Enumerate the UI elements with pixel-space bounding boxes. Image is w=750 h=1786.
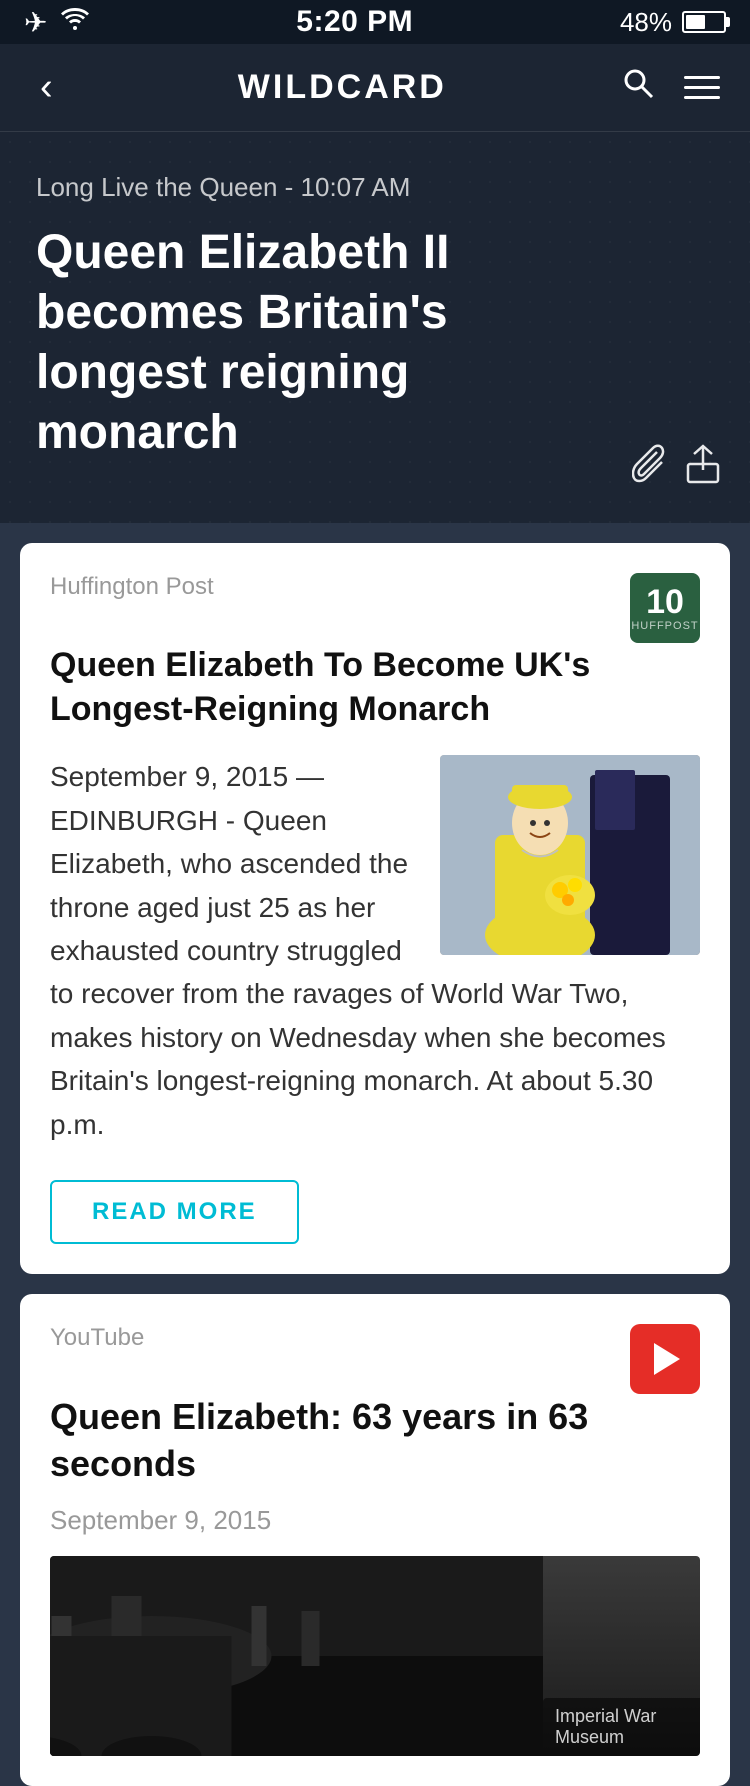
menu-button[interactable] [684,76,720,99]
nav-bar: ‹ WILDCARD [0,44,750,132]
search-icon[interactable] [622,67,654,108]
thumbnail-label: Imperial War Museum [543,1698,700,1756]
hero-title: Queen Elizabeth II becomes Britain's lon… [36,223,596,463]
card2-title: Queen Elizabeth: 63 years in 63 seconds [50,1394,700,1488]
battery-icon [682,11,726,33]
card1-source: Huffington Post [50,573,700,601]
wifi-icon [61,8,89,37]
card2-source: YouTube [50,1324,700,1352]
status-right-info: 48% [620,7,726,38]
cards-container: 10 HUFFPOST Huffington Post Queen Elizab… [0,523,750,1786]
status-left-icons: ✈ [24,6,89,39]
hero-actions [632,444,720,493]
paperclip-icon[interactable] [632,444,666,493]
card1-title: Queen Elizabeth To Become UK's Longest-R… [50,643,700,731]
nav-right-actions [622,67,720,108]
youtube-badge [630,1324,700,1394]
status-bar: ✈ 5:20 PM 48% [0,0,750,44]
card2-thumbnail[interactable]: Imperial War Museum [50,1556,700,1756]
nav-title: WILDCARD [238,68,447,107]
card2-date: September 9, 2015 [50,1505,700,1536]
airplane-icon: ✈ [24,6,47,39]
battery-percentage: 48% [620,7,672,38]
huffpost-badge: 10 HUFFPOST [630,573,700,643]
back-button[interactable]: ‹ [30,56,63,119]
share-icon[interactable] [686,444,720,493]
card1-content: September 9, 2015 — EDINBURGH - Queen El… [50,755,700,1146]
hero-section: Long Live the Queen - 10:07 AM Queen Eli… [0,132,750,523]
card-huffpost: 10 HUFFPOST Huffington Post Queen Elizab… [20,543,730,1274]
read-more-button[interactable]: READ MORE [50,1180,299,1244]
status-time: 5:20 PM [296,5,413,39]
youtube-play-icon [654,1343,680,1375]
hero-meta: Long Live the Queen - 10:07 AM [36,172,714,203]
card-youtube: YouTube Queen Elizabeth: 63 years in 63 … [20,1294,730,1786]
card1-image [440,755,700,955]
